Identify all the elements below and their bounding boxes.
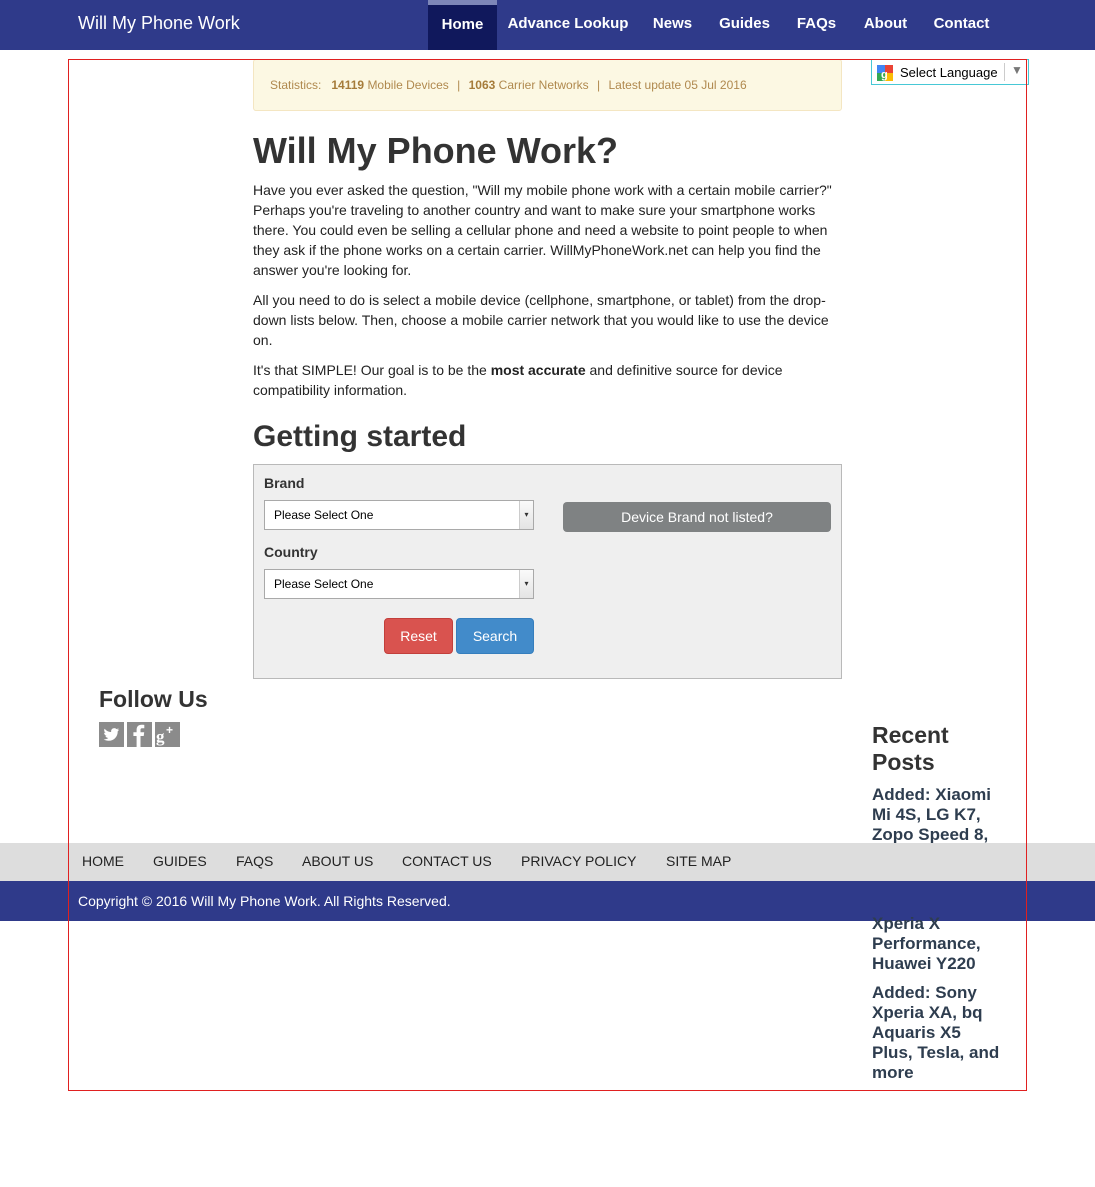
footer-link-about-us[interactable]: ABOUT US (302, 853, 373, 869)
statistics-bar: Statistics: 14119 Mobile Devices | 1063 … (253, 59, 842, 111)
google-plus-icon[interactable]: g + (155, 722, 180, 747)
device-brand-not-listed-button[interactable]: Device Brand not listed? (563, 502, 831, 532)
language-select[interactable]: g Select Language ▼ (871, 59, 1029, 85)
page-title: Will My Phone Work? (253, 130, 619, 171)
lookup-form-panel: Brand Please Select One ▾ Device Brand n… (253, 464, 842, 679)
stats-devices-count: 14119 (331, 78, 365, 92)
nav-contact[interactable]: Contact (921, 0, 1002, 50)
nav-home[interactable]: Home (428, 0, 497, 50)
language-select-label: Select Language (900, 65, 998, 80)
country-select[interactable]: Please Select One ▾ (264, 569, 534, 599)
footer-navigation: HOME GUIDES FAQS ABOUT US CONTACT US PRI… (0, 843, 1095, 881)
recent-post-link[interactable]: Added: Sony Xperia XA, bq Aquaris X5 Plu… (872, 983, 1002, 1083)
footer-link-privacy-policy[interactable]: PRIVACY POLICY (521, 853, 636, 869)
country-label: Country (264, 544, 318, 560)
instructions-paragraph: All you need to do is select a mobile de… (253, 292, 829, 348)
goal-paragraph: It's that SIMPLE! Our goal is to be the … (253, 360, 842, 400)
recent-post-link[interactable]: Added: Xiaomi Mi 4S, LG K7, Zopo Speed 8… (872, 785, 1002, 843)
brand-select-value: Please Select One (274, 508, 374, 522)
nav-news[interactable]: News (639, 0, 706, 50)
stats-prefix: Statistics: (270, 78, 322, 92)
facebook-icon[interactable] (127, 722, 152, 747)
brand-label: Brand (264, 475, 305, 491)
nav-about[interactable]: About (850, 0, 921, 50)
footer-link-faqs[interactable]: FAQS (236, 853, 273, 869)
footer-link-guides[interactable]: GUIDES (153, 853, 207, 869)
twitter-icon[interactable] (99, 722, 124, 747)
dropdown-arrow-icon: ▼ (1011, 63, 1023, 77)
top-navbar: Will My Phone Work Home Advance Lookup N… (0, 0, 1095, 50)
copyright-text: Copyright © 2016 Will My Phone Work. All… (78, 893, 451, 909)
brand-select[interactable]: Please Select One ▾ (264, 500, 534, 530)
nav-guides[interactable]: Guides (706, 0, 783, 50)
goal-text-start: It's that SIMPLE! Our goal is to be the (253, 362, 491, 378)
svg-text:+: + (166, 723, 173, 737)
svg-text:g: g (881, 69, 888, 81)
svg-text:g: g (156, 727, 165, 746)
stats-devices-label: Mobile Devices (367, 78, 449, 92)
follow-us-heading: Follow Us (99, 686, 208, 712)
getting-started-heading: Getting started (253, 420, 467, 453)
reset-button[interactable]: Reset (384, 618, 453, 654)
intro-paragraph: Have you ever asked the question, "Will … (253, 182, 832, 278)
site-brand-link[interactable]: Will My Phone Work (78, 13, 240, 34)
language-select-divider (1004, 63, 1005, 81)
stats-separator: | (597, 78, 601, 92)
footer-link-contact-us[interactable]: CONTACT US (402, 853, 492, 869)
chevron-down-icon: ▾ (519, 501, 533, 529)
chevron-down-icon: ▾ (519, 570, 533, 598)
footer-link-site-map[interactable]: SITE MAP (666, 853, 731, 869)
goal-text-bold: most accurate (490, 362, 586, 378)
stats-latest-update: Latest update 05 Jul 2016 (608, 78, 747, 92)
search-button[interactable]: Search (456, 618, 534, 654)
stats-separator: | (457, 78, 461, 92)
google-translate-icon: g (877, 65, 893, 81)
stats-networks-count: 1063 (468, 78, 496, 92)
nav-faqs[interactable]: FAQs (783, 0, 850, 50)
stats-networks-label: Carrier Networks (498, 78, 589, 92)
country-select-value: Please Select One (274, 577, 374, 591)
recent-post-link[interactable]: Xperia X Performance, Huawei Y220 (872, 914, 1002, 974)
footer-link-home[interactable]: HOME (82, 853, 124, 869)
nav-advance-lookup[interactable]: Advance Lookup (497, 0, 639, 50)
recent-posts-heading: Recent Posts (872, 722, 949, 775)
